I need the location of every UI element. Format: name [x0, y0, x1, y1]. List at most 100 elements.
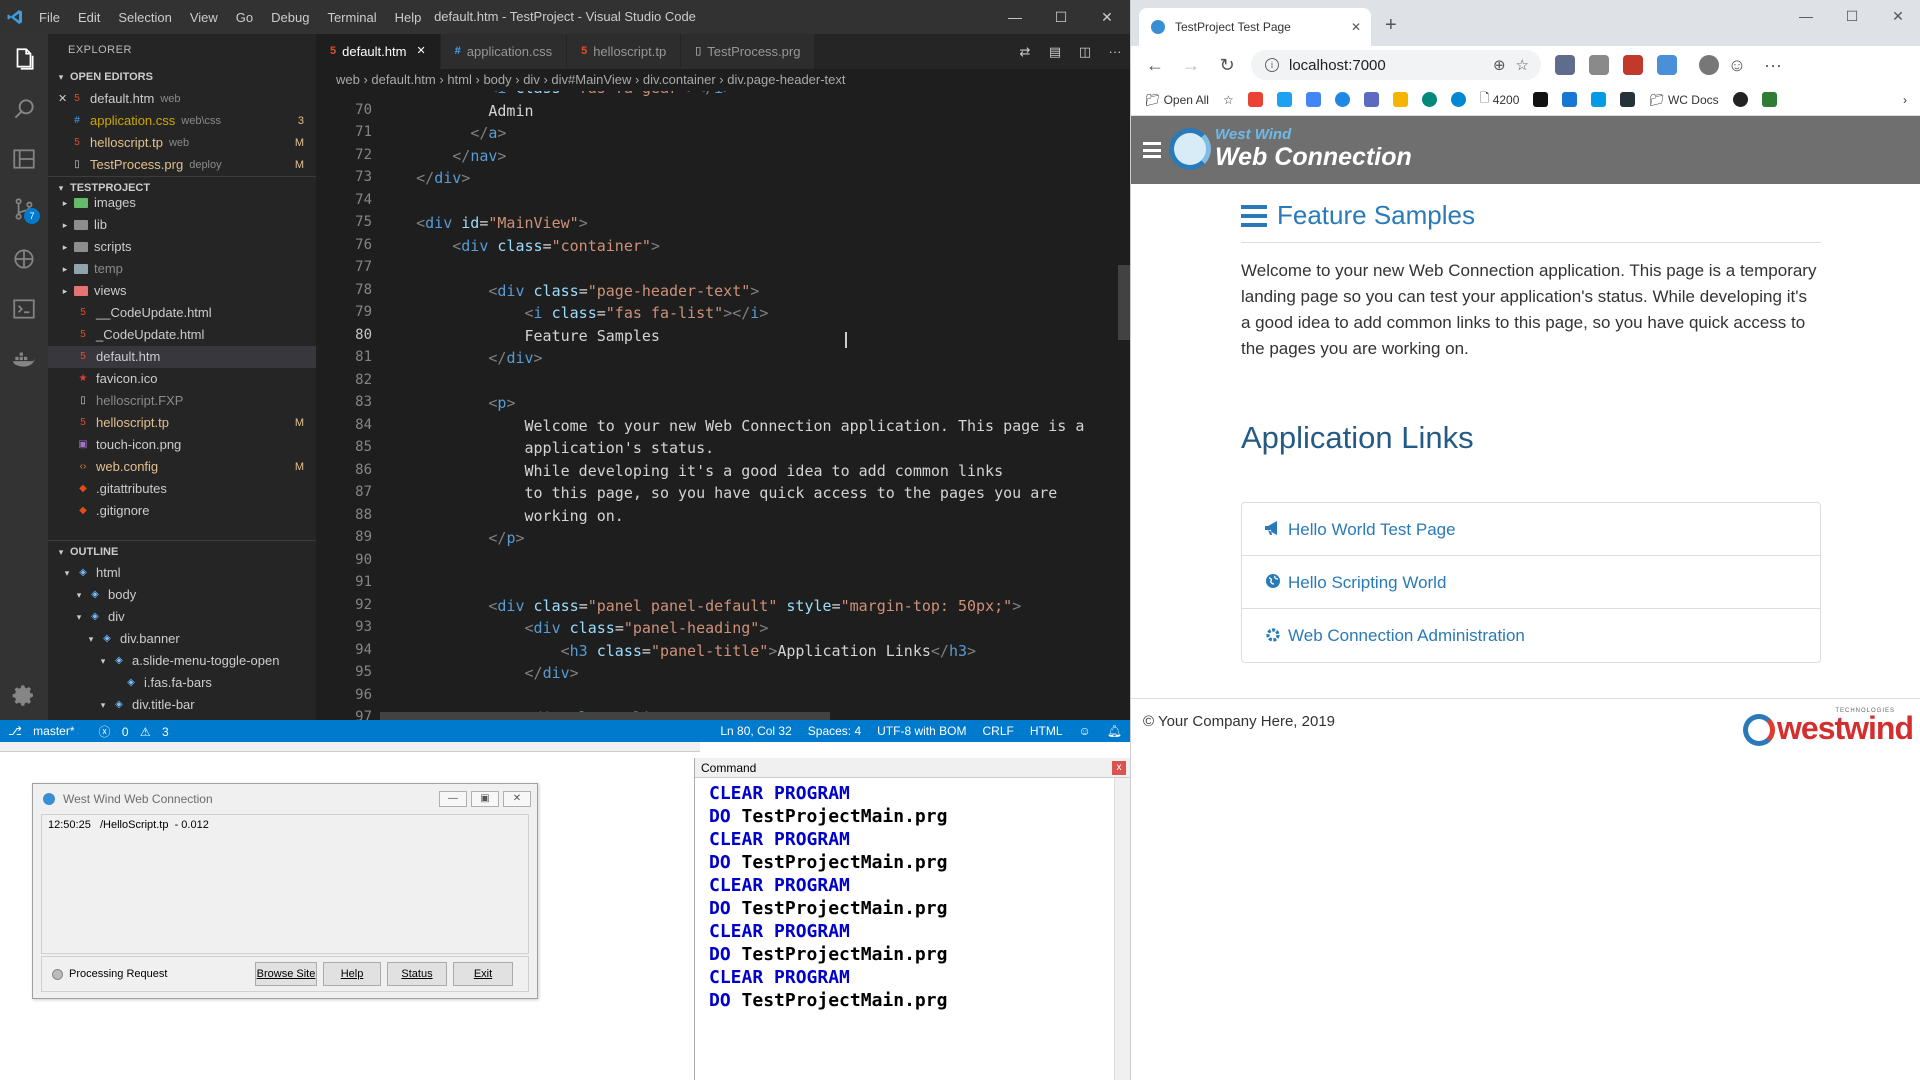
- bookmark-11-icon[interactable]: [1562, 92, 1578, 107]
- menu-edit[interactable]: Edit: [69, 10, 109, 25]
- forward-arrow-icon[interactable]: →: [1173, 55, 1209, 76]
- source-control-icon[interactable]: 7: [0, 184, 48, 234]
- git-branch-status[interactable]: ⎇ master*: [0, 724, 91, 738]
- outline-item[interactable]: ▾ ◈ div.banner: [48, 628, 316, 650]
- cursor-position[interactable]: Ln 80, Col 32: [712, 724, 799, 738]
- outline-item[interactable]: ▾ ◈ div.title-bar: [48, 694, 316, 716]
- code-line[interactable]: working on.: [380, 507, 623, 525]
- file-item[interactable]: ◆ .gitattributes: [48, 478, 316, 500]
- code-line[interactable]: </nav>: [380, 147, 506, 165]
- bookmark-open-all[interactable]: 📁︎ Open All: [1145, 93, 1209, 107]
- link-admin[interactable]: Web Connection Administration: [1242, 609, 1820, 662]
- menu-file[interactable]: File: [30, 10, 69, 25]
- bookmark-star-icon[interactable]: ☆: [1516, 56, 1529, 74]
- menu-selection[interactable]: Selection: [109, 10, 180, 25]
- feedback-smiley-icon[interactable]: ☺: [1071, 724, 1099, 738]
- code-line[interactable]: <div class="container">: [380, 237, 660, 255]
- code-editor[interactable]: 69 <i class="fas fa-gear"></i> 70 Admin 71…: [316, 91, 1130, 720]
- zoom-icon[interactable]: ⊕: [1493, 56, 1506, 74]
- menu-help[interactable]: Help: [386, 10, 431, 25]
- tab-default-htm[interactable]: 5 default.htm ✕: [316, 34, 441, 69]
- back-arrow-icon[interactable]: ←: [1137, 55, 1173, 76]
- extension-4-icon[interactable]: [1657, 55, 1677, 75]
- bookmark-6-icon[interactable]: [1392, 92, 1408, 107]
- minimize-button[interactable]: —: [992, 0, 1038, 34]
- maximize-button[interactable]: ☐: [1038, 0, 1084, 34]
- breadcrumb-item[interactable]: div.container: [643, 72, 716, 87]
- code-line[interactable]: </div>: [380, 169, 470, 187]
- exit-button[interactable]: Exit: [453, 962, 513, 986]
- breadcrumb-item[interactable]: div.page-header-text: [727, 72, 845, 87]
- open-editor-item[interactable]: ✕ 5 default.htm web: [48, 88, 316, 110]
- indentation-status[interactable]: Spaces: 4: [800, 724, 869, 738]
- file-item[interactable]: 5 default.htm: [48, 346, 316, 368]
- debug-icon[interactable]: [0, 234, 48, 284]
- link-hello-scripting[interactable]: Hello Scripting World: [1242, 556, 1820, 609]
- code-line[interactable]: Feature Samples: [380, 327, 659, 345]
- code-line[interactable]: </div>: [380, 664, 579, 682]
- bookmark-td-icon[interactable]: [1761, 92, 1777, 107]
- chevron-right-icon[interactable]: ▸: [58, 192, 72, 214]
- open-editor-item[interactable]: # application.css web\css 3: [48, 110, 316, 132]
- code-line[interactable]: <div id="MainView">: [380, 214, 588, 232]
- command-line[interactable]: CLEAR PROGRAM: [709, 828, 1116, 851]
- extension-2-icon[interactable]: [1589, 55, 1609, 75]
- bookmark-5-icon[interactable]: [1363, 92, 1379, 107]
- command-line[interactable]: CLEAR PROGRAM: [709, 874, 1116, 897]
- folder-item[interactable]: ▸ images: [48, 192, 316, 214]
- encoding-status[interactable]: UTF-8 with BOM: [869, 724, 974, 738]
- tab-helloscript-tp[interactable]: 5 helloscript.tp: [567, 34, 682, 69]
- bookmark-wc-docs[interactable]: 📁︎ WC Docs: [1649, 93, 1718, 107]
- link-hello-world[interactable]: Hello World Test Page: [1242, 503, 1820, 556]
- code-line[interactable]: <p>: [380, 394, 515, 412]
- breadcrumb-item[interactable]: default.htm: [371, 72, 435, 87]
- file-item[interactable]: ◆ .gitignore: [48, 500, 316, 522]
- command-line[interactable]: CLEAR PROGRAM: [709, 782, 1116, 805]
- bookmark-gmail-icon[interactable]: [1247, 92, 1263, 107]
- menu-terminal[interactable]: Terminal: [318, 10, 385, 25]
- bookmark-star-icon[interactable]: ☆: [1223, 93, 1234, 107]
- bookmarks-more-icon[interactable]: ›: [1903, 93, 1907, 107]
- chevron-right-icon[interactable]: ▸: [58, 258, 72, 280]
- problems-status[interactable]: ⓧ 0 ⚠ 3: [91, 723, 185, 740]
- search-icon[interactable]: [0, 84, 48, 134]
- code-line[interactable]: </a>: [380, 124, 506, 142]
- command-scrollbar[interactable]: [1114, 778, 1130, 1080]
- file-item[interactable]: 5 helloscript.tp M: [48, 412, 316, 434]
- chevron-right-icon[interactable]: ▸: [58, 280, 72, 302]
- folder-item[interactable]: ▸ views: [48, 280, 316, 302]
- command-line[interactable]: DO TestProjectMain.prg: [709, 851, 1116, 874]
- breadcrumb-item[interactable]: html: [447, 72, 472, 87]
- code-line[interactable]: <i class="fas fa-list"></i>: [380, 304, 769, 322]
- tab-close-icon[interactable]: ✕: [1351, 20, 1361, 34]
- profile-avatar[interactable]: [1699, 55, 1719, 75]
- notifications-bell-icon[interactable]: 🔔︎: [1099, 724, 1130, 738]
- status-button[interactable]: Status: [387, 962, 447, 986]
- outline-item[interactable]: ▾ ◈ body: [48, 584, 316, 606]
- code-line[interactable]: <div class="panel-heading">: [380, 619, 769, 637]
- code-line[interactable]: </div>: [380, 349, 542, 367]
- breadcrumb-item[interactable]: body: [483, 72, 511, 87]
- outline-item[interactable]: ▾ ◈ a.slide-menu-toggle-open: [48, 650, 316, 672]
- open-editor-item[interactable]: 5 helloscript.tp web M: [48, 132, 316, 154]
- close-tab-icon[interactable]: ✕: [416, 34, 425, 69]
- code-line[interactable]: While developing it's a good idea to add…: [380, 462, 1003, 480]
- split-editor-icon[interactable]: ◫: [1070, 44, 1100, 60]
- open-editors-header[interactable]: ▾ OPEN EDITORS: [48, 66, 316, 88]
- bookmark-twitter-icon[interactable]: [1276, 92, 1292, 107]
- code-line[interactable]: Welcome to your new Web Connection appli…: [380, 417, 1084, 435]
- file-item[interactable]: 5 __CodeUpdate.html: [48, 302, 316, 324]
- bookmark-github-icon[interactable]: [1732, 92, 1748, 107]
- browser-close-button[interactable]: ✕: [1875, 0, 1920, 32]
- menu-go[interactable]: Go: [227, 10, 262, 25]
- code-line[interactable]: to this page, so you have quick access t…: [380, 484, 1057, 502]
- browser-menu-icon[interactable]: ···: [1755, 55, 1791, 76]
- outline-item[interactable]: ▾ ◈ div: [48, 606, 316, 628]
- outline-item[interactable]: ◈ i.fas.fa-bars: [48, 672, 316, 694]
- ublock-icon[interactable]: [1623, 55, 1643, 75]
- bookmark-13-icon[interactable]: [1620, 92, 1636, 107]
- language-mode-status[interactable]: HTML: [1022, 724, 1071, 738]
- tab-testprocess-prg[interactable]: ▯ TestProcess.prg: [681, 34, 816, 69]
- code-line[interactable]: </p>: [380, 529, 524, 547]
- breadcrumb-item[interactable]: div#MainView: [551, 72, 631, 87]
